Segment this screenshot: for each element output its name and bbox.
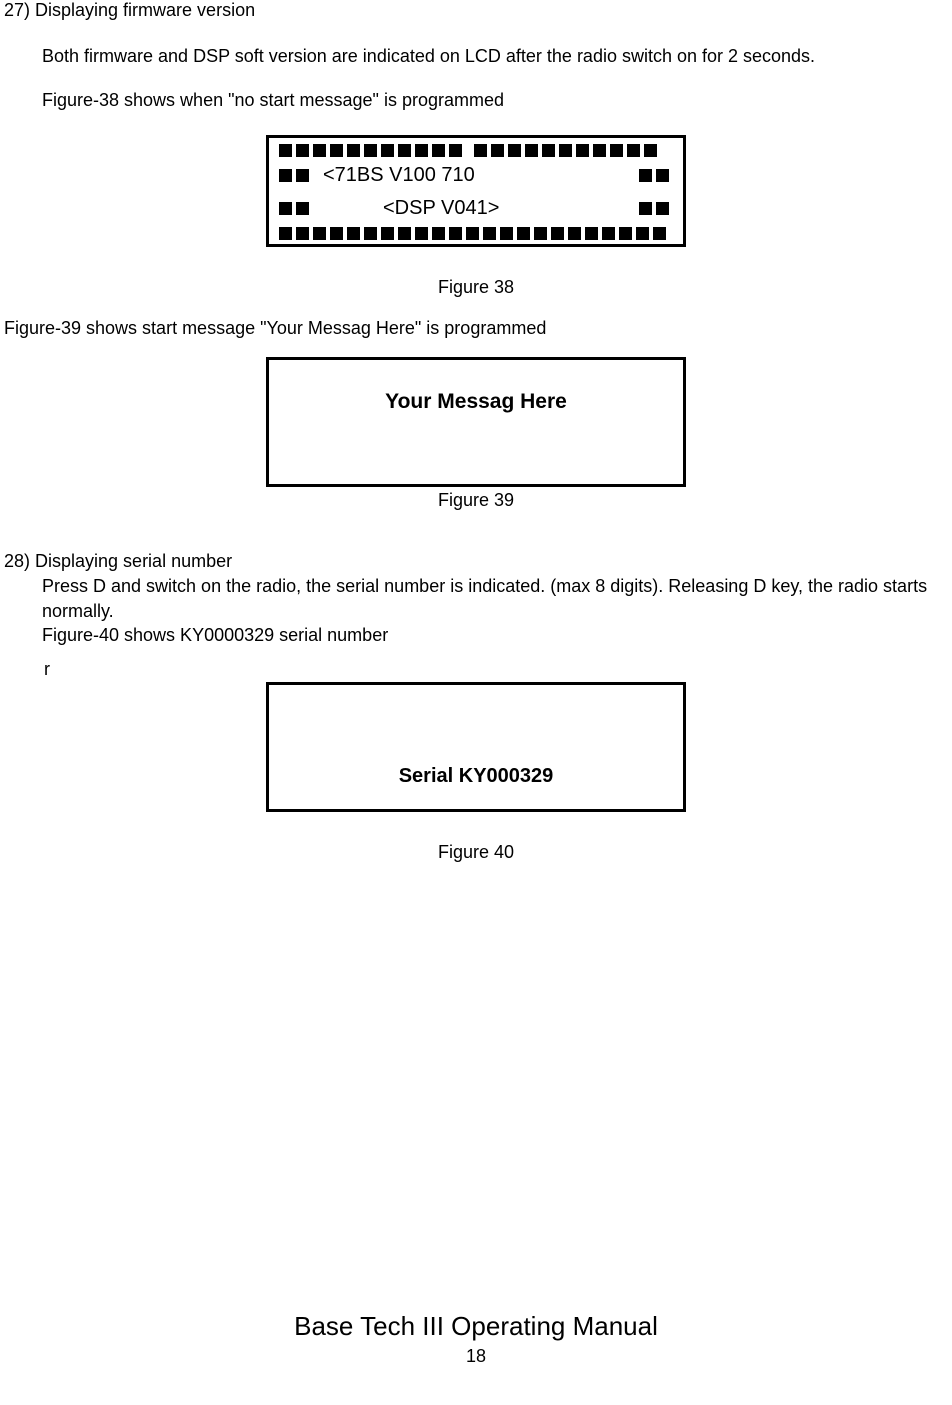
lcd-figure-38: <71BS V100 710 <DSP V041> bbox=[266, 135, 686, 247]
section-28-paragraph-2: Figure-40 shows KY0000329 serial number bbox=[42, 623, 948, 647]
square-icon bbox=[279, 169, 313, 182]
figure-38-caption: Figure 38 bbox=[4, 277, 948, 298]
square-icon bbox=[279, 202, 313, 215]
section-28-paragraph-1: Press D and switch on the radio, the ser… bbox=[42, 574, 948, 623]
lcd-line-2: <DSP V041> bbox=[279, 192, 673, 225]
section-27-heading: 27) Displaying firmware version bbox=[4, 0, 948, 21]
lcd-figure-40: Serial KY000329 bbox=[266, 682, 686, 812]
figure-39-caption: Figure 39 bbox=[4, 490, 948, 511]
stray-character: r bbox=[44, 659, 948, 680]
square-icon bbox=[639, 202, 673, 215]
lcd-figure-39: Your Messag Here bbox=[266, 357, 686, 487]
square-icon bbox=[639, 169, 673, 182]
lcd-line-1: <71BS V100 710 bbox=[279, 159, 673, 192]
lcd-line-1-text: <71BS V100 710 bbox=[313, 161, 639, 190]
figure-40-caption: Figure 40 bbox=[4, 842, 948, 863]
lcd-bottom-border-squares bbox=[279, 227, 673, 240]
lcd-line-2-text: <DSP V041> bbox=[313, 194, 639, 223]
figure-40-text: Serial KY000329 bbox=[399, 765, 554, 787]
section-28-heading: 28) Displaying serial number bbox=[4, 551, 948, 572]
lcd-top-border-squares bbox=[279, 144, 673, 157]
page-footer: Base Tech III Operating Manual 18 bbox=[0, 1311, 952, 1367]
section-27-paragraph-1: Both firmware and DSP soft version are i… bbox=[42, 39, 948, 73]
figure-39-text: Your Messag Here bbox=[385, 390, 567, 413]
footer-page-number: 18 bbox=[0, 1346, 952, 1367]
figure-39-intro: Figure-39 shows start message "Your Mess… bbox=[4, 318, 948, 339]
footer-title: Base Tech III Operating Manual bbox=[0, 1311, 952, 1342]
section-27-paragraph-2: Figure-38 shows when "no start message" … bbox=[42, 83, 948, 117]
